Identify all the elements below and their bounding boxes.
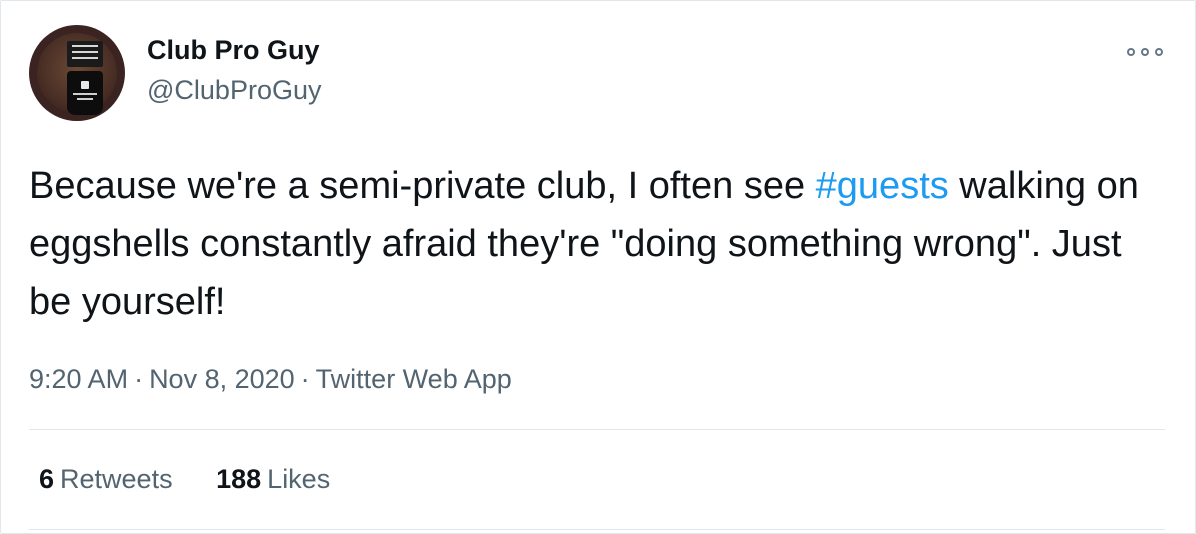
hashtag-link[interactable]: #guests	[816, 165, 949, 207]
author-avatar[interactable]	[29, 25, 125, 121]
author-name[interactable]: Club Pro Guy	[147, 35, 320, 66]
tweet-meta: 9:20 AM · Nov 8, 2020 · Twitter Web App	[29, 364, 512, 395]
retweets-count: 6	[39, 464, 55, 494]
avatar-photo	[37, 33, 117, 115]
tweet-text: Because we're a semi-private club, I oft…	[29, 157, 1169, 331]
likes-stat[interactable]: 188 Likes	[216, 464, 330, 494]
retweets-label: Retweets	[60, 464, 173, 494]
more-options-icon[interactable]	[1127, 41, 1163, 63]
tweet-card: Club Pro Guy @ClubProGuy Because we're a…	[0, 0, 1196, 534]
likes-count: 188	[216, 464, 262, 494]
divider	[29, 529, 1165, 530]
avatar-badge	[67, 41, 103, 67]
dot-icon	[1155, 48, 1163, 56]
tweet-time[interactable]: 9:20 AM	[29, 364, 128, 394]
divider	[29, 429, 1165, 430]
avatar-logo	[81, 81, 89, 89]
dot-icon	[1141, 48, 1149, 56]
tweet-source[interactable]: Twitter Web App	[316, 364, 512, 394]
meta-separator: ·	[300, 364, 310, 394]
tweet-stats: 6 Retweets 188 Likes	[39, 464, 366, 495]
tweet-text-part: Because we're a semi-private club, I oft…	[29, 165, 816, 207]
dot-icon	[1127, 48, 1135, 56]
likes-label: Likes	[267, 464, 331, 494]
avatar-text-line	[73, 93, 97, 95]
meta-separator: ·	[134, 364, 144, 394]
tweet-date[interactable]: Nov 8, 2020	[149, 364, 295, 394]
author-handle[interactable]: @ClubProGuy	[147, 75, 321, 106]
avatar-text-line	[77, 98, 93, 100]
retweets-stat[interactable]: 6 Retweets	[39, 464, 173, 494]
